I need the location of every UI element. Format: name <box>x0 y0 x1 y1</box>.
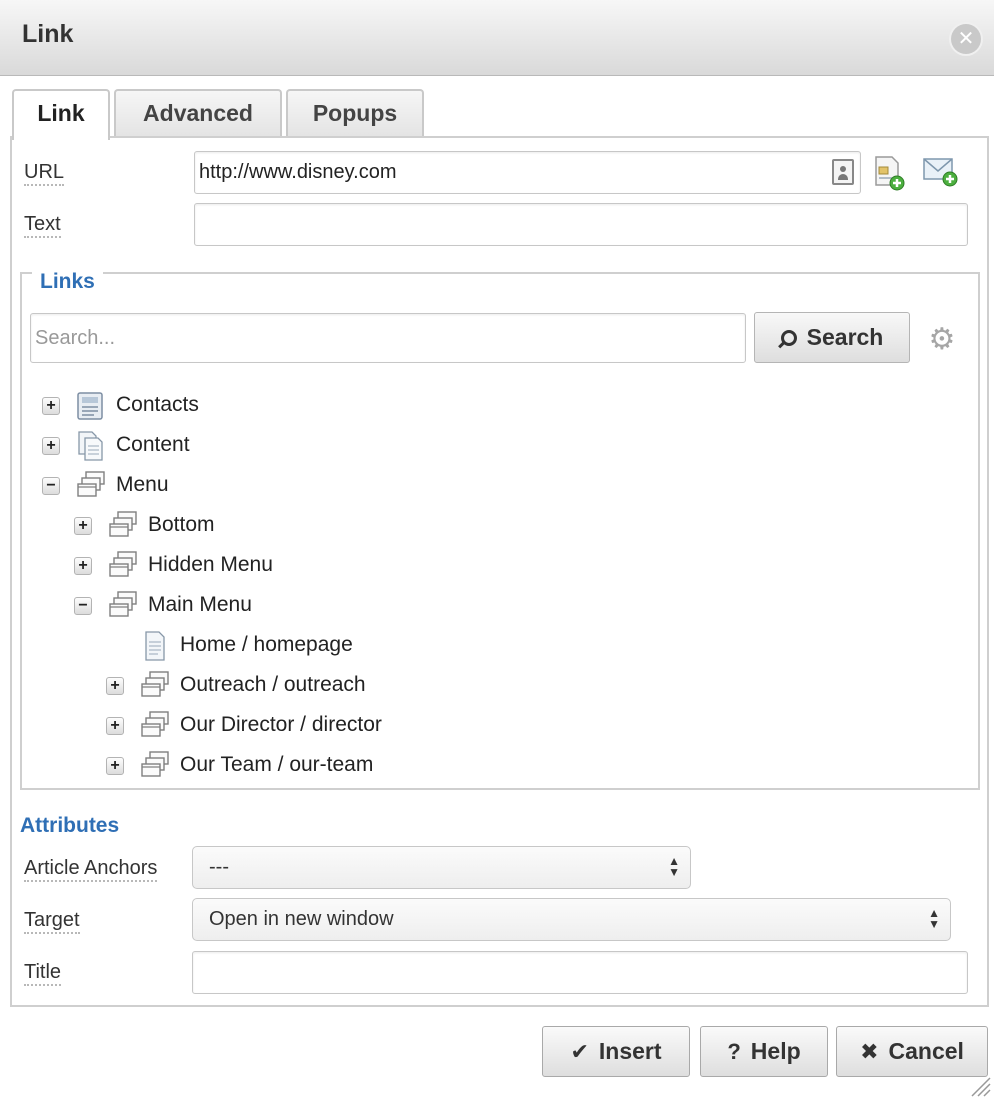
search-button-label: Search <box>806 324 884 350</box>
dialog-title: Link <box>22 20 74 48</box>
contacts-icon <box>74 390 108 422</box>
expand-icon[interactable]: + <box>106 717 124 735</box>
tab-popups[interactable]: Popups <box>286 89 424 138</box>
tree-node-label[interactable]: Our Team / our-team <box>180 752 373 778</box>
article-anchors-value: --- <box>209 856 229 878</box>
links-legend: Links <box>32 270 103 294</box>
help-button-label: Help <box>750 1038 801 1064</box>
tree-node[interactable]: + Outreach / outreach <box>106 668 706 702</box>
file-add-icon[interactable] <box>873 155 905 191</box>
menu-icon <box>106 590 140 622</box>
tree-node[interactable]: + Bottom <box>74 508 674 542</box>
select-arrows-icon: ▲ ▼ <box>928 906 940 931</box>
tree-node[interactable]: + Contacts <box>42 388 642 422</box>
tree-node[interactable]: − Menu <box>42 468 642 502</box>
cancel-icon: ✖ <box>860 1039 879 1064</box>
tree-node[interactable]: + Content <box>42 428 642 462</box>
menu-icon <box>138 750 172 782</box>
mail-add-icon[interactable] <box>922 155 958 187</box>
cancel-button-label: Cancel <box>888 1038 964 1064</box>
tree-node[interactable]: Home / homepage <box>106 628 706 662</box>
tree-node-label[interactable]: Bottom <box>148 512 215 538</box>
expand-icon[interactable]: + <box>74 517 92 535</box>
attributes-heading: Attributes <box>20 814 120 837</box>
tree-node[interactable]: + Hidden Menu <box>74 548 674 582</box>
expand-icon[interactable]: + <box>42 437 60 455</box>
menu-icon <box>138 670 172 702</box>
resize-grip-icon[interactable] <box>968 1074 992 1098</box>
insert-button[interactable]: ✔ Insert <box>542 1026 690 1077</box>
select-arrows-icon: ▲ ▼ <box>668 854 680 879</box>
page-icon <box>138 630 172 662</box>
collapse-icon[interactable]: − <box>74 597 92 615</box>
collapse-icon[interactable]: − <box>42 477 60 495</box>
content-icon <box>74 430 108 462</box>
menu-icon <box>74 470 108 502</box>
target-label: Target <box>24 908 80 934</box>
close-icon[interactable]: ✕ <box>951 24 981 54</box>
article-anchors-select[interactable]: --- ▲ ▼ <box>192 846 691 889</box>
tree-node-label[interactable]: Main Menu <box>148 592 252 618</box>
cancel-button[interactable]: ✖ Cancel <box>836 1026 988 1077</box>
text-input[interactable] <box>194 203 968 246</box>
target-select[interactable]: Open in new window ▲ ▼ <box>192 898 951 941</box>
tab-advanced[interactable]: Advanced <box>114 89 282 138</box>
links-search-input[interactable]: Search... <box>30 313 746 363</box>
url-label: URL <box>24 160 65 186</box>
menu-icon <box>106 550 140 582</box>
menu-icon <box>138 710 172 742</box>
text-label: Text <box>24 212 61 238</box>
insert-button-label: Insert <box>598 1038 662 1064</box>
help-icon: ? <box>727 1039 741 1064</box>
expand-icon[interactable]: + <box>42 397 60 415</box>
tree-node[interactable]: + Our Team / our-team <box>106 748 706 782</box>
target-value: Open in new window <box>209 908 394 930</box>
dialog-titlebar: Link ✕ <box>0 0 994 76</box>
gear-icon[interactable]: ⚙ <box>927 325 957 355</box>
help-button[interactable]: ? Help <box>700 1026 828 1077</box>
tree-node-label[interactable]: Menu <box>116 472 169 498</box>
tree-node-label[interactable]: Our Director / director <box>180 712 382 738</box>
check-icon: ✔ <box>570 1039 589 1064</box>
tree-node[interactable]: − Main Menu <box>74 588 674 622</box>
title-label: Title <box>24 960 62 986</box>
tree-node-label[interactable]: Content <box>116 432 190 458</box>
expand-icon[interactable]: + <box>106 757 124 775</box>
tree-node-label[interactable]: Outreach / outreach <box>180 672 366 698</box>
article-anchors-label: Article Anchors <box>24 856 158 882</box>
tab-link[interactable]: Link <box>12 89 110 140</box>
search-button[interactable]: Search <box>754 312 910 363</box>
search-icon <box>780 330 797 346</box>
tree-node-label[interactable]: Home / homepage <box>180 632 353 658</box>
tree-node-label[interactable]: Contacts <box>116 392 199 418</box>
url-input[interactable]: http://www.disney.com <box>194 151 861 194</box>
browse-icon[interactable] <box>832 159 854 185</box>
title-input[interactable] <box>192 951 968 994</box>
menu-icon <box>106 510 140 542</box>
tree-node-label[interactable]: Hidden Menu <box>148 552 273 578</box>
tree-node[interactable]: + Our Director / director <box>106 708 706 742</box>
expand-icon[interactable]: + <box>106 677 124 695</box>
expand-icon[interactable]: + <box>74 557 92 575</box>
